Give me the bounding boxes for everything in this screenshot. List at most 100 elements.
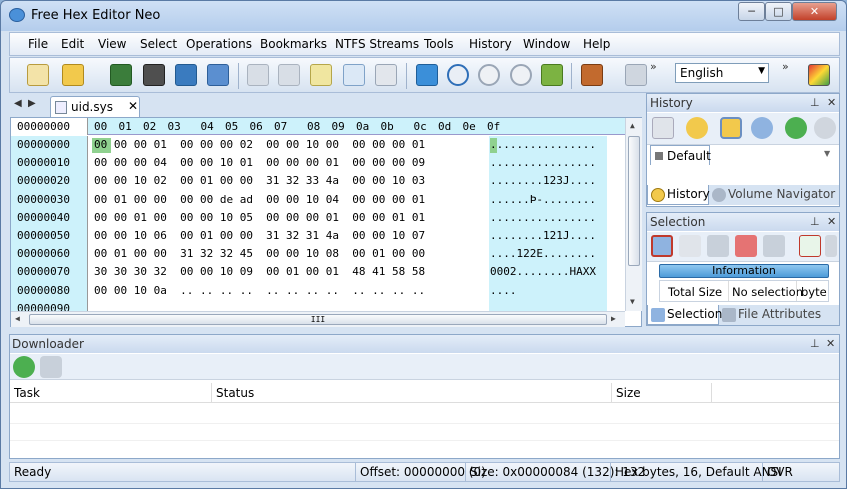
- menu-bookmarks[interactable]: Bookmarks: [260, 37, 327, 51]
- ascii-row[interactable]: ................: [490, 156, 596, 169]
- print-icon[interactable]: [207, 64, 229, 86]
- minimize-button[interactable]: ─: [738, 2, 765, 21]
- menu-help[interactable]: Help: [583, 37, 610, 51]
- selection-more-icon[interactable]: [825, 235, 837, 257]
- bookmark-icon[interactable]: [541, 64, 563, 86]
- tab-history-label: History: [667, 187, 710, 201]
- select-range-icon[interactable]: [735, 235, 757, 257]
- scroll-left-icon[interactable]: ◀: [15, 314, 20, 323]
- close-icon[interactable]: ✕: [827, 215, 836, 228]
- pin-icon[interactable]: ⊥: [810, 96, 820, 109]
- maximize-button[interactable]: □: [765, 2, 792, 21]
- menu-view[interactable]: View: [98, 37, 126, 51]
- find-next-icon[interactable]: [478, 64, 500, 86]
- copy-icon[interactable]: [343, 64, 365, 86]
- toolbar-overflow-2[interactable]: »: [782, 60, 789, 73]
- tab-scroll-right-icon[interactable]: ▶: [28, 98, 36, 109]
- find-previous-icon[interactable]: [510, 64, 532, 86]
- ascii-row[interactable]: ........123J....: [490, 174, 596, 187]
- menu-operations[interactable]: Operations: [186, 37, 252, 51]
- branch-dropdown-icon[interactable]: ▼: [824, 149, 830, 158]
- close-icon[interactable]: ✕: [826, 337, 835, 350]
- add-download-icon[interactable]: [13, 356, 35, 378]
- hex-row[interactable]: 00 01 00 00 31 32 32 45 00 00 10 08 00 0…: [94, 247, 425, 260]
- tab-history[interactable]: History: [647, 185, 710, 205]
- history-clock-icon[interactable]: [686, 117, 708, 139]
- vertical-scroll-thumb[interactable]: [628, 136, 640, 266]
- check-selection-icon[interactable]: [799, 235, 821, 257]
- hex-row[interactable]: 00 00 01 00 00 00 10 05 00 00 00 01 00 0…: [94, 211, 425, 224]
- close-icon[interactable]: ✕: [827, 96, 836, 109]
- menu-file[interactable]: File: [28, 37, 48, 51]
- remove-download-icon[interactable]: [40, 356, 62, 378]
- hex-row[interactable]: 00 01 00 00 00 00 de ad 00 00 10 04 00 0…: [94, 193, 425, 206]
- deselect-icon[interactable]: [679, 235, 701, 257]
- tab-uid-sys[interactable]: uid.sys ✕: [50, 96, 140, 118]
- selection-panel-title: Selection: [650, 215, 706, 229]
- horizontal-scrollbar[interactable]: ◀ III ▶: [11, 311, 625, 327]
- vertical-scrollbar[interactable]: ▲ ▼: [625, 118, 642, 311]
- hex-row[interactable]: 00 00 00 04 00 00 10 01 00 00 00 01 00 0…: [94, 156, 425, 169]
- history-branch-icon[interactable]: [751, 117, 773, 139]
- history-back-icon[interactable]: [652, 117, 674, 139]
- goto-icon[interactable]: [416, 64, 438, 86]
- ascii-row[interactable]: 0002........HAXX: [490, 265, 596, 278]
- save-as-icon[interactable]: [143, 64, 165, 86]
- scroll-down-icon[interactable]: ▼: [630, 297, 635, 306]
- menu-tools[interactable]: Tools: [424, 37, 454, 51]
- ascii-row[interactable]: ................: [490, 138, 596, 151]
- history-branch-tab[interactable]: Default: [650, 145, 711, 165]
- language-select[interactable]: English ▼: [675, 63, 769, 83]
- column-status[interactable]: Status: [212, 383, 612, 403]
- ascii-row[interactable]: ......Þ-........: [490, 193, 596, 206]
- scroll-right-icon[interactable]: ▶: [611, 314, 616, 323]
- tab-volume-navigator[interactable]: Volume Navigator: [709, 185, 839, 205]
- menu-select[interactable]: Select: [140, 37, 177, 51]
- hex-row[interactable]: 30 30 30 32 00 00 10 09 00 01 00 01 48 4…: [94, 265, 425, 278]
- select-all-icon[interactable]: [651, 235, 673, 257]
- save-all-icon[interactable]: [175, 64, 197, 86]
- paste-icon[interactable]: [375, 64, 397, 86]
- new-file-icon[interactable]: [27, 64, 49, 86]
- tab-close-icon[interactable]: ✕: [128, 99, 138, 113]
- menu-edit[interactable]: Edit: [61, 37, 84, 51]
- horizontal-scroll-thumb[interactable]: III: [29, 314, 607, 325]
- open-folder-icon[interactable]: [62, 64, 84, 86]
- history-remove-icon[interactable]: [814, 117, 836, 139]
- insert-mode-icon[interactable]: [581, 64, 603, 86]
- ascii-row[interactable]: ....122E........: [490, 247, 596, 260]
- history-timeline-icon[interactable]: [720, 117, 742, 139]
- column-task[interactable]: Task: [10, 383, 212, 403]
- redo-icon[interactable]: [278, 64, 300, 86]
- hex-row[interactable]: 00 00 00 01 00 00 00 02 00 00 10 00 00 0…: [94, 138, 425, 151]
- save-icon[interactable]: [110, 64, 132, 86]
- ascii-row[interactable]: ................: [490, 211, 596, 224]
- column-size[interactable]: Size: [612, 383, 712, 403]
- ascii-row[interactable]: ........121J....: [490, 229, 596, 242]
- close-window-button[interactable]: ✕: [792, 2, 837, 21]
- invert-selection-icon[interactable]: [763, 235, 785, 257]
- find-icon[interactable]: [447, 64, 469, 86]
- select-block-icon[interactable]: [707, 235, 729, 257]
- erase-icon[interactable]: [625, 64, 647, 86]
- hex-row[interactable]: 00 00 10 0a .. .. .. .. .. .. .. .. .. .…: [94, 284, 425, 297]
- hex-row[interactable]: 00 00 10 06 00 01 00 00 31 32 31 4a 00 0…: [94, 229, 425, 242]
- tab-file-attributes[interactable]: File Attributes: [719, 305, 839, 325]
- hex-row[interactable]: 00 00 10 02 00 01 00 00 31 32 33 4a 00 0…: [94, 174, 425, 187]
- undo-icon[interactable]: [247, 64, 269, 86]
- menu-window[interactable]: Window: [523, 37, 570, 51]
- tab-scroll-left-icon[interactable]: ◀: [14, 98, 22, 109]
- menu-history[interactable]: History: [469, 37, 512, 51]
- history-add-icon[interactable]: [785, 117, 807, 139]
- title-bar[interactable]: Free Hex Editor Neo ─ □ ✕: [1, 1, 846, 31]
- color-scheme-icon[interactable]: [808, 64, 830, 86]
- toolbar-overflow[interactable]: »: [650, 60, 657, 73]
- pin-icon[interactable]: ⊥: [810, 215, 820, 228]
- hex-view[interactable]: 00000000 00 01 02 03 04 05 06 07 08 09 0a 0b 0c 0d 0e 0…: [10, 117, 642, 327]
- menu-ntfs-streams[interactable]: NTFS Streams: [335, 37, 419, 51]
- ascii-row[interactable]: ....: [490, 284, 596, 297]
- scroll-up-icon[interactable]: ▲: [630, 121, 635, 130]
- tab-selection[interactable]: Selection: [647, 305, 722, 325]
- edit-icon[interactable]: [310, 64, 332, 86]
- pin-icon[interactable]: ⊥: [810, 337, 820, 350]
